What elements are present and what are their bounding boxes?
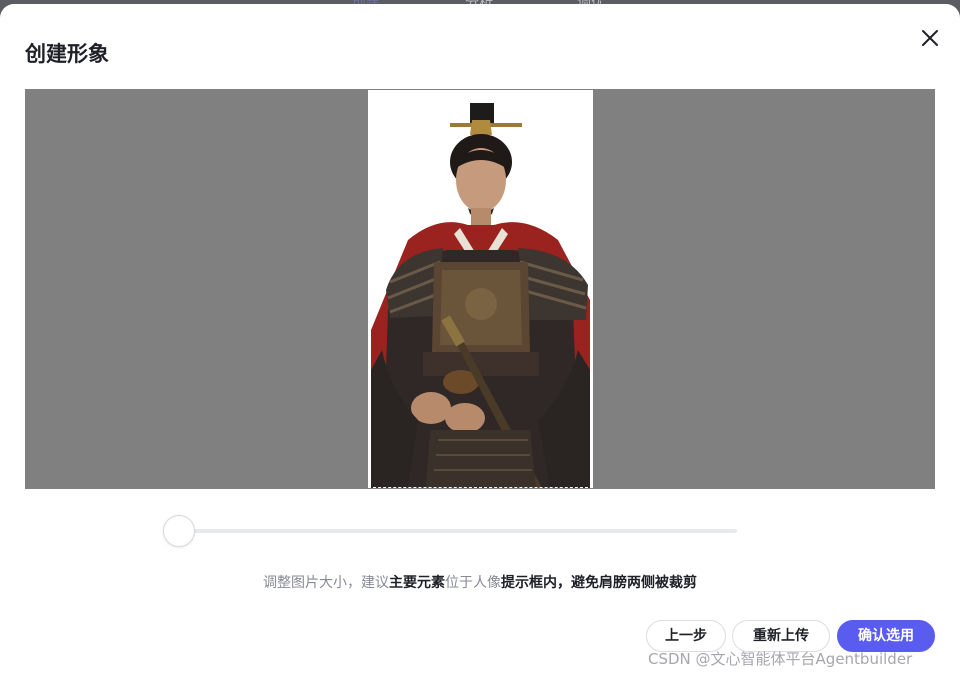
avatar-image [371, 103, 590, 488]
modal-title: 创建形象 [25, 42, 109, 66]
crop-frame[interactable] [368, 90, 593, 488]
zoom-slider[interactable] [163, 514, 737, 548]
zoom-slider-handle[interactable] [163, 515, 195, 547]
close-icon [922, 30, 938, 46]
image-crop-area[interactable] [25, 89, 935, 489]
create-avatar-modal: 创建形象 调整图片大小，建议主要元素位于人像提示框内，避免肩膀两侧被裁剪 上一步… [0, 4, 960, 679]
zoom-slider-track[interactable] [179, 529, 737, 533]
crop-hint-emphasis: 提示框内，避免肩膀两侧被裁剪 [501, 575, 697, 591]
crop-hint-emphasis: 主要元素 [389, 575, 445, 591]
crop-hint: 调整图片大小，建议主要元素位于人像提示框内，避免肩膀两侧被裁剪 [0, 572, 960, 592]
close-button[interactable] [918, 26, 942, 50]
crop-hint-text: 调整图片大小，建议 [263, 575, 389, 591]
watermark: CSDN @文心智能体平台Agentbuilder [648, 650, 913, 668]
crop-hint-text: 位于人像 [445, 575, 501, 591]
